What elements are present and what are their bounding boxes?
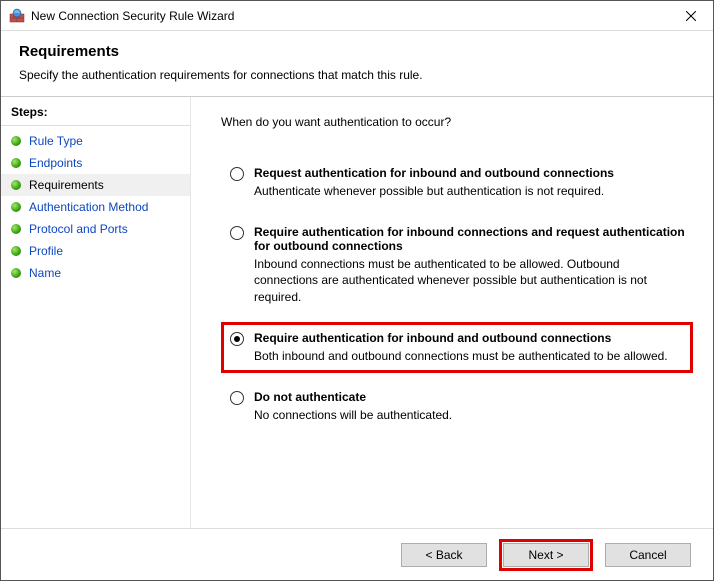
option-desc: Both inbound and outbound connections mu… — [254, 348, 686, 364]
option-desc: Authenticate whenever possible but authe… — [254, 183, 686, 199]
option-require-both[interactable]: Require authentication for inbound and o… — [221, 322, 693, 373]
step-bullet-icon — [11, 202, 21, 212]
step-label: Requirements — [29, 178, 104, 192]
step-label: Authentication Method — [29, 200, 148, 214]
window-title: New Connection Security Rule Wizard — [31, 9, 668, 23]
page-subtitle: Specify the authentication requirements … — [19, 68, 695, 82]
step-endpoints[interactable]: Endpoints — [1, 152, 190, 174]
radio-icon[interactable] — [230, 391, 244, 405]
option-do-not-authenticate[interactable]: Do not authenticate No connections will … — [221, 381, 693, 432]
next-button-wrap: Next > — [499, 539, 593, 571]
option-texts: Do not authenticate No connections will … — [254, 390, 686, 423]
option-title: Do not authenticate — [254, 390, 686, 404]
step-label: Protocol and Ports — [29, 222, 128, 236]
wizard-window: New Connection Security Rule Wizard Requ… — [0, 0, 714, 581]
titlebar: New Connection Security Rule Wizard — [1, 1, 713, 31]
step-bullet-icon — [11, 180, 21, 190]
step-label: Profile — [29, 244, 63, 258]
option-desc: No connections will be authenticated. — [254, 407, 686, 423]
option-texts: Require authentication for inbound and o… — [254, 331, 686, 364]
option-texts: Require authentication for inbound conne… — [254, 225, 686, 305]
steps-sidebar: Steps: Rule Type Endpoints Requirements … — [1, 97, 191, 528]
radio-icon[interactable] — [230, 332, 244, 346]
option-desc: Inbound connections must be authenticate… — [254, 256, 686, 305]
steps-label: Steps: — [1, 101, 190, 126]
step-label: Rule Type — [29, 134, 83, 148]
step-bullet-icon — [11, 158, 21, 168]
step-rule-type[interactable]: Rule Type — [1, 130, 190, 152]
step-label: Endpoints — [29, 156, 82, 170]
step-name[interactable]: Name — [1, 262, 190, 284]
next-button[interactable]: Next > — [503, 543, 589, 567]
option-title: Request authentication for inbound and o… — [254, 166, 686, 180]
step-authentication-method[interactable]: Authentication Method — [1, 196, 190, 218]
step-profile[interactable]: Profile — [1, 240, 190, 262]
step-requirements[interactable]: Requirements — [1, 174, 190, 196]
main-panel: When do you want authentication to occur… — [191, 97, 713, 528]
header: Requirements Specify the authentication … — [1, 31, 713, 96]
cancel-button[interactable]: Cancel — [605, 543, 691, 567]
radio-icon[interactable] — [230, 226, 244, 240]
body: Steps: Rule Type Endpoints Requirements … — [1, 97, 713, 528]
option-request-auth[interactable]: Request authentication for inbound and o… — [221, 157, 693, 208]
page-heading: Requirements — [19, 43, 695, 60]
step-bullet-icon — [11, 224, 21, 234]
step-bullet-icon — [11, 246, 21, 256]
options-group: Request authentication for inbound and o… — [221, 157, 693, 432]
option-require-inbound-request-outbound[interactable]: Require authentication for inbound conne… — [221, 216, 693, 314]
question-text: When do you want authentication to occur… — [221, 115, 693, 129]
step-label: Name — [29, 266, 61, 280]
step-bullet-icon — [11, 136, 21, 146]
back-button-wrap: < Back — [397, 539, 491, 571]
back-button[interactable]: < Back — [401, 543, 487, 567]
radio-icon[interactable] — [230, 167, 244, 181]
step-bullet-icon — [11, 268, 21, 278]
close-button[interactable] — [668, 1, 713, 31]
option-texts: Request authentication for inbound and o… — [254, 166, 686, 199]
step-protocol-and-ports[interactable]: Protocol and Ports — [1, 218, 190, 240]
footer: < Back Next > Cancel — [1, 528, 713, 580]
firewall-icon — [9, 8, 25, 24]
option-title: Require authentication for inbound conne… — [254, 225, 686, 253]
cancel-button-wrap: Cancel — [601, 539, 695, 571]
option-title: Require authentication for inbound and o… — [254, 331, 686, 345]
